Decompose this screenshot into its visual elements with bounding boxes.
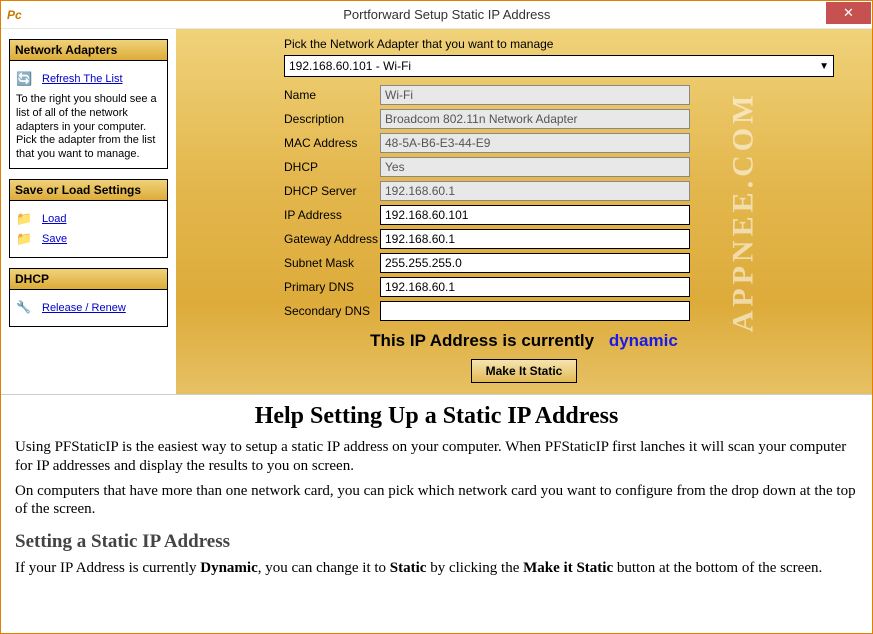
ip-field[interactable] xyxy=(380,205,690,225)
adapter-work-area: APPNEE.COM Pick the Network Adapter that… xyxy=(176,29,872,394)
chevron-down-icon: ▼ xyxy=(819,61,829,72)
help-heading: Help Setting Up a Static IP Address xyxy=(15,403,858,430)
release-renew-link[interactable]: Release / Renew xyxy=(42,302,126,314)
primary-dns-field[interactable] xyxy=(380,277,690,297)
mac-label: MAC Address xyxy=(284,136,380,150)
window-title: Portforward Setup Static IP Address xyxy=(22,7,872,22)
description-label: Description xyxy=(284,112,380,126)
subnet-field[interactable] xyxy=(380,253,690,273)
dhcp-field xyxy=(380,157,690,177)
ip-status-value: dynamic xyxy=(609,331,678,350)
refresh-icon xyxy=(16,71,36,87)
adapter-prompt: Pick the Network Adapter that you want t… xyxy=(284,37,844,51)
description-field xyxy=(380,109,690,129)
gateway-field[interactable] xyxy=(380,229,690,249)
name-label: Name xyxy=(284,88,380,102)
load-link[interactable]: Load xyxy=(42,213,66,225)
help-paragraph-1: Using PFStaticIP is the easiest way to s… xyxy=(15,438,858,476)
app-logo: Pc xyxy=(7,8,22,22)
adapters-instructions: To the right you should see a list of al… xyxy=(16,93,161,162)
ip-label: IP Address xyxy=(284,208,380,222)
save-icon xyxy=(16,231,36,247)
secondary-dns-label: Secondary DNS xyxy=(284,304,380,318)
close-icon: ✕ xyxy=(843,5,854,21)
refresh-list-link[interactable]: Refresh The List xyxy=(42,73,123,85)
dhcp-label: DHCP xyxy=(284,160,380,174)
ip-status-line: This IP Address is currently dynamic xyxy=(194,331,854,351)
help-paragraph-3: If your IP Address is currently Dynamic,… xyxy=(15,559,858,578)
make-static-button[interactable]: Make It Static xyxy=(471,359,578,383)
gateway-label: Gateway Address xyxy=(284,232,380,246)
primary-dns-label: Primary DNS xyxy=(284,280,380,294)
help-subheading: Setting a Static IP Address xyxy=(15,531,858,553)
subnet-label: Subnet Mask xyxy=(284,256,380,270)
adapter-select-value: 192.168.60.101 - Wi-Fi xyxy=(289,59,411,73)
dhcp-panel: DHCP Release / Renew xyxy=(9,268,168,327)
panel-header-dhcp: DHCP xyxy=(10,269,167,290)
renew-icon xyxy=(16,300,36,316)
dhcp-server-label: DHCP Server xyxy=(284,184,380,198)
secondary-dns-field[interactable] xyxy=(380,301,690,321)
title-bar: Pc Portforward Setup Static IP Address ✕ xyxy=(1,1,872,29)
dhcp-server-field xyxy=(380,181,690,201)
save-load-panel: Save or Load Settings Load Save xyxy=(9,179,168,258)
save-link[interactable]: Save xyxy=(42,233,67,245)
adapter-select[interactable]: 192.168.60.101 - Wi-Fi ▼ xyxy=(284,55,834,77)
ip-status-prefix: This IP Address is currently xyxy=(370,331,594,350)
name-field xyxy=(380,85,690,105)
load-icon xyxy=(16,211,36,227)
network-adapters-panel: Network Adapters Refresh The List To the… xyxy=(9,39,168,169)
sidebar: Network Adapters Refresh The List To the… xyxy=(1,29,176,394)
help-pane[interactable]: Help Setting Up a Static IP Address Usin… xyxy=(1,394,872,633)
mac-field xyxy=(380,133,690,153)
panel-header-settings: Save or Load Settings xyxy=(10,180,167,201)
close-button[interactable]: ✕ xyxy=(826,2,871,24)
panel-header-adapters: Network Adapters xyxy=(10,40,167,61)
help-paragraph-2: On computers that have more than one net… xyxy=(15,482,858,520)
